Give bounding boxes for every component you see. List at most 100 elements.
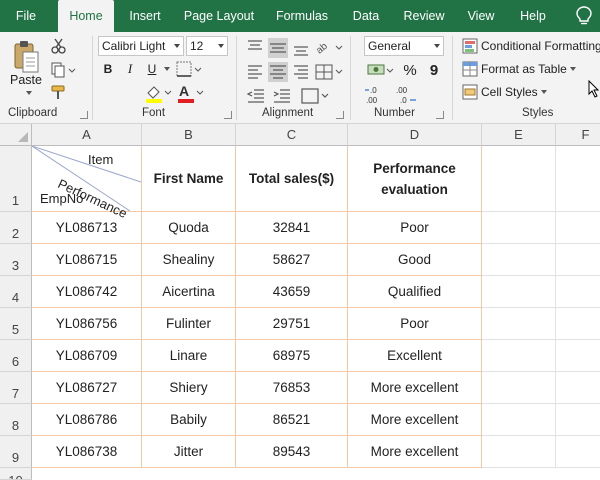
font-color-icon[interactable]: A	[176, 83, 204, 103]
underline-button[interactable]: U	[144, 60, 160, 78]
cell-total-sales[interactable]: 68975	[236, 340, 348, 372]
cell-styles-icon[interactable]	[462, 84, 478, 100]
row-header-4[interactable]: 4	[0, 276, 32, 308]
cell-first-name[interactable]: Quoda	[142, 212, 236, 244]
cell-first-name[interactable]: Jitter	[142, 436, 236, 468]
cell-total-sales[interactable]: 86521	[236, 404, 348, 436]
cell-f1[interactable]	[556, 146, 600, 212]
empty-cell[interactable]	[556, 308, 600, 340]
cell-first-name[interactable]: Aicertina	[142, 276, 236, 308]
cell-total-sales[interactable]: 58627	[236, 244, 348, 276]
cell-empno[interactable]: YL086756	[32, 308, 142, 340]
tab-view[interactable]: View	[462, 0, 500, 32]
horizontal-align-icons[interactable]	[246, 62, 346, 82]
empty-cell[interactable]	[482, 244, 556, 276]
cell-performance[interactable]: Poor	[348, 212, 482, 244]
empty-cell[interactable]	[482, 340, 556, 372]
tab-page-layout[interactable]: Page Layout	[180, 0, 258, 32]
number-format-combo[interactable]: General	[364, 36, 444, 56]
paste-label[interactable]: Paste	[8, 72, 44, 88]
cell-e1[interactable]	[482, 146, 556, 212]
cell-empno[interactable]: YL086786	[32, 404, 142, 436]
cell-first-name[interactable]: Shiery	[142, 372, 236, 404]
tab-formulas[interactable]: Formulas	[272, 0, 332, 32]
row-header-10[interactable]: 10	[0, 468, 32, 480]
cell-total-sales[interactable]: 76853	[236, 372, 348, 404]
number-launcher-icon[interactable]	[436, 111, 444, 119]
column-header-b[interactable]: B	[142, 124, 236, 146]
vertical-align-icons[interactable]: ab	[246, 38, 346, 58]
row-header-6[interactable]: 6	[0, 340, 32, 372]
cell-empno[interactable]: YL086738	[32, 436, 142, 468]
cell-first-name[interactable]: Fulinter	[142, 308, 236, 340]
increase-decimal-icon[interactable]: .0 .00	[364, 85, 388, 105]
empty-cell[interactable]	[556, 276, 600, 308]
cell-empno[interactable]: YL086742	[32, 276, 142, 308]
select-all-corner[interactable]	[0, 124, 32, 146]
italic-button[interactable]: I	[122, 60, 138, 78]
cell-performance[interactable]: Excellent	[348, 340, 482, 372]
empty-cell[interactable]	[556, 212, 600, 244]
cell-empno[interactable]: YL086715	[32, 244, 142, 276]
percent-style-button[interactable]: %	[400, 60, 420, 80]
format-as-table-icon[interactable]	[462, 61, 478, 77]
empty-cell[interactable]	[482, 372, 556, 404]
lightbulb-icon[interactable]	[574, 5, 594, 27]
cell-empno[interactable]: YL086727	[32, 372, 142, 404]
decrease-decimal-icon[interactable]: .00 .0	[394, 85, 418, 105]
cell-performance[interactable]: Qualified	[348, 276, 482, 308]
row-header-2[interactable]: 2	[0, 212, 32, 244]
empty-cell[interactable]	[482, 212, 556, 244]
column-header-a[interactable]: A	[32, 124, 142, 146]
accounting-format-icon[interactable]	[366, 61, 394, 79]
copy-icon[interactable]	[50, 62, 76, 78]
row-header-9[interactable]: 9	[0, 436, 32, 468]
empty-cell[interactable]	[556, 436, 600, 468]
cell-total-sales[interactable]: 32841	[236, 212, 348, 244]
cell-total-sales[interactable]: 29751	[236, 308, 348, 340]
row-header-7[interactable]: 7	[0, 372, 32, 404]
conditional-formatting-icon[interactable]	[462, 38, 478, 54]
cell-styles-button[interactable]: Cell Styles	[481, 82, 571, 102]
clipboard-launcher-icon[interactable]	[80, 111, 88, 119]
cell-total-sales[interactable]: 43659	[236, 276, 348, 308]
cell-first-name[interactable]: Linare	[142, 340, 236, 372]
empty-cell[interactable]	[482, 404, 556, 436]
paste-dropdown[interactable]	[20, 88, 34, 98]
empty-cell[interactable]	[556, 244, 600, 276]
font-size-combo[interactable]: 12	[186, 36, 228, 56]
tab-data[interactable]: Data	[346, 0, 386, 32]
cell-performance[interactable]: Good	[348, 244, 482, 276]
tab-home[interactable]: Home	[58, 0, 114, 32]
font-name-combo[interactable]: Calibri Light	[98, 36, 184, 56]
cell-first-name[interactable]: Babily	[142, 404, 236, 436]
empty-cell[interactable]	[482, 436, 556, 468]
cell-performance[interactable]: More excellent	[348, 404, 482, 436]
row-header-5[interactable]: 5	[0, 308, 32, 340]
cell-first-name[interactable]: Shealiny	[142, 244, 236, 276]
alignment-launcher-icon[interactable]	[336, 111, 344, 119]
empty-cell[interactable]	[556, 340, 600, 372]
empty-cell[interactable]	[482, 308, 556, 340]
row-header-8[interactable]: 8	[0, 404, 32, 436]
cell-performance[interactable]: More excellent	[348, 372, 482, 404]
cell-performance[interactable]: Poor	[348, 308, 482, 340]
format-painter-icon[interactable]	[50, 84, 68, 100]
cell-performance[interactable]: More excellent	[348, 436, 482, 468]
conditional-formatting-button[interactable]: Conditional Formatting	[481, 36, 600, 56]
font-launcher-icon[interactable]	[224, 111, 232, 119]
column-header-e[interactable]: E	[482, 124, 556, 146]
tab-file[interactable]: File	[6, 0, 46, 32]
empty-cell[interactable]	[556, 404, 600, 436]
bold-button[interactable]: B	[100, 60, 116, 78]
tab-insert[interactable]: Insert	[124, 0, 166, 32]
cell-total-sales[interactable]: 89543	[236, 436, 348, 468]
column-header-c[interactable]: C	[236, 124, 348, 146]
underline-dropdown[interactable]	[160, 60, 170, 78]
row-header-1[interactable]: 1	[0, 146, 32, 212]
empty-cell[interactable]	[482, 276, 556, 308]
header-first-name[interactable]: First Name	[142, 146, 236, 212]
comma-style-button[interactable]: 9	[424, 60, 444, 80]
borders-icon[interactable]	[176, 61, 202, 77]
row-header-3[interactable]: 3	[0, 244, 32, 276]
